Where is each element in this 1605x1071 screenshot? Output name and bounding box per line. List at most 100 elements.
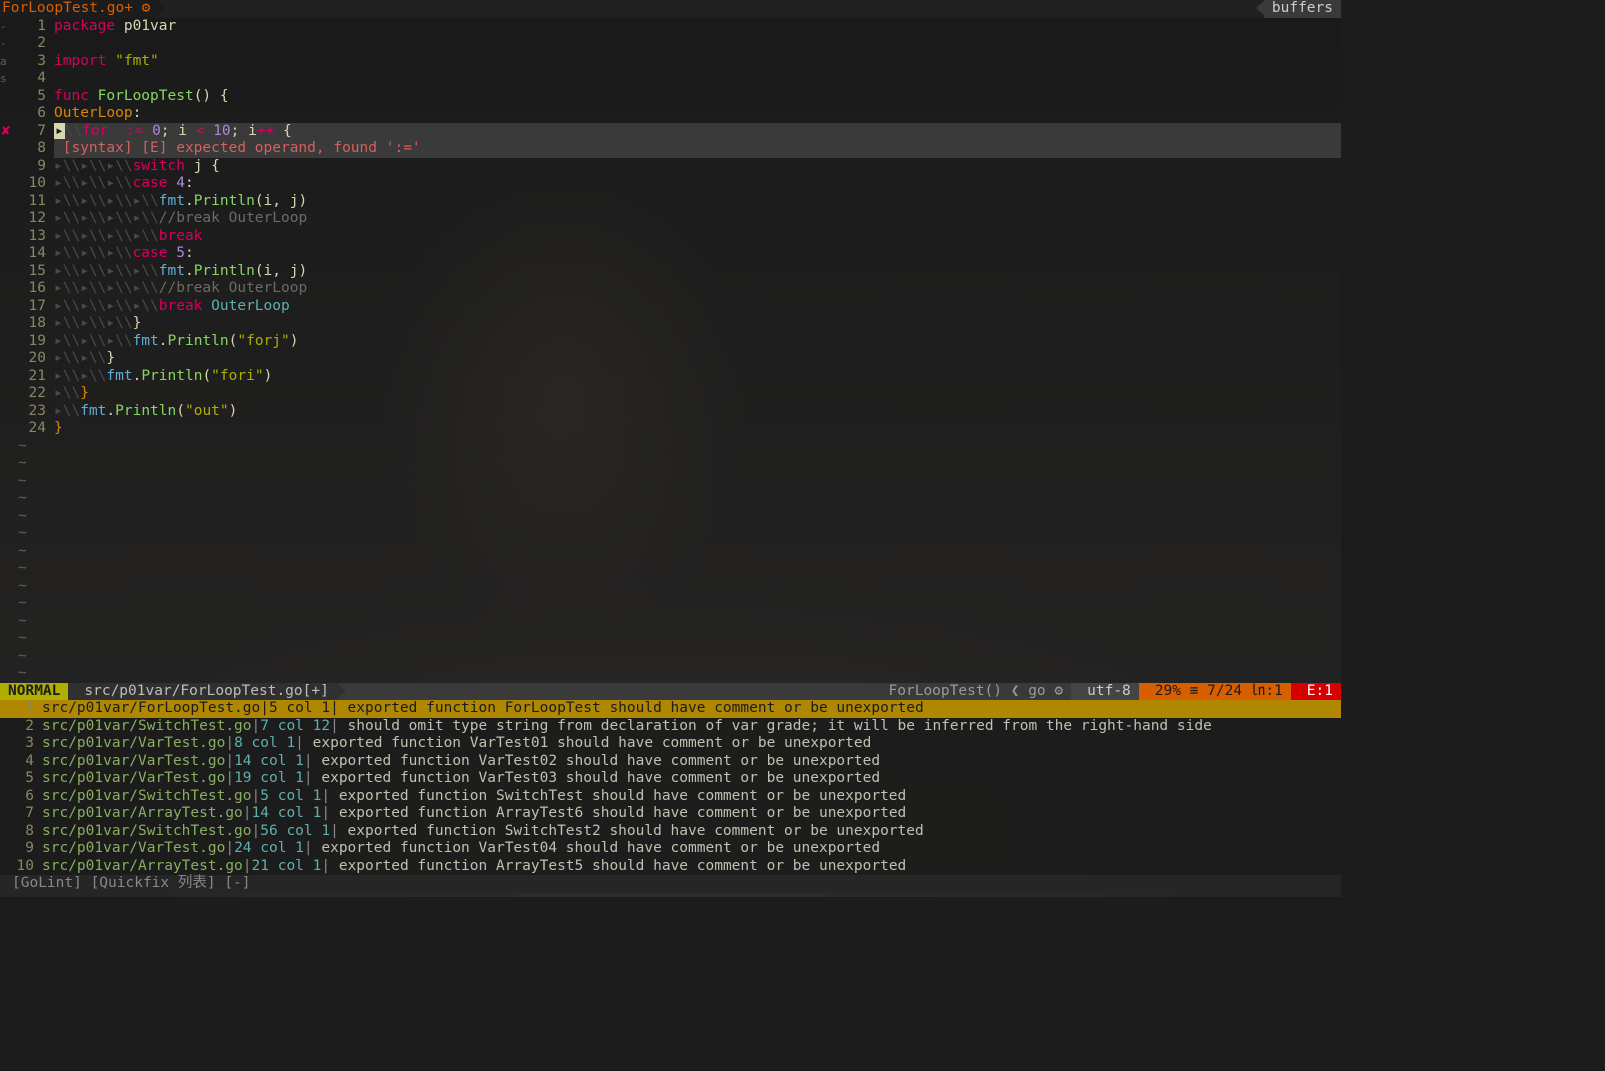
code-line[interactable]: ✘7▸\\for := 0; i < 10; i++ { [0,123,1341,141]
qf-message: exported function VarTest01 should have … [304,735,871,751]
line-number: 23 [12,403,54,421]
sign-column [0,263,12,281]
quickfix-item[interactable]: 9src/p01var/VarTest.go|24 col 1| exporte… [0,840,1341,858]
code-text: ▸\\▸\\▸\\} [54,315,1341,333]
qf-line-number: 4 [0,753,42,771]
qf-location: 19 col 1 [234,770,304,786]
empty-line-tilde: ~ [0,630,27,648]
code-line[interactable]: 13▸\\▸\\▸\\▸\\break [0,228,1341,246]
code-line[interactable]: 12▸\\▸\\▸\\▸\\//break OuterLoop [0,210,1341,228]
code-line[interactable]: 24} [0,420,1341,438]
code-line[interactable]: 8 [syntax] [E] expected operand, found '… [0,140,1341,158]
qf-message: exported function ArrayTest6 should have… [330,805,906,821]
line-number: 22 [12,385,54,403]
file-path: src/p01var/ForLoopTest.go[+] [68,683,336,701]
sign-column [0,403,12,421]
code-line[interactable]: 1package p01var [0,18,1341,36]
code-text: ▸\\for := 0; i < 10; i++ { [54,123,1341,141]
code-text: package p01var [54,18,1341,36]
qf-file: src/p01var/SwitchTest.go [42,788,252,804]
sign-column [0,158,12,176]
code-line[interactable]: 21▸\\▸\\fmt.Println("fori") [0,368,1341,386]
code-text: ▸\\▸\\▸\\▸\\//break OuterLoop [54,280,1341,298]
code-text: ▸\\} [54,385,1341,403]
line-number: 13 [12,228,54,246]
fold-column: - - a s [0,18,9,88]
code-line[interactable]: 22▸\\} [0,385,1341,403]
code-line[interactable]: 6OuterLoop: [0,105,1341,123]
qf-message: exported function ArrayTest5 should have… [330,858,906,874]
line-number: 8 [12,140,54,158]
quickfix-item[interactable]: 10src/p01var/ArrayTest.go|21 col 1| expo… [0,858,1341,876]
qf-file: src/p01var/VarTest.go [42,753,225,769]
quickfix-item[interactable]: 4src/p01var/VarTest.go|14 col 1| exporte… [0,753,1341,771]
quickfix-item[interactable]: 5src/p01var/VarTest.go|19 col 1| exporte… [0,770,1341,788]
quickfix-item[interactable]: 6src/p01var/SwitchTest.go|5 col 1| expor… [0,788,1341,806]
code-text: func ForLoopTest() { [54,88,1341,106]
code-text: ▸\\▸\\▸\\▸\\break [54,228,1341,246]
quickfix-item[interactable]: 8src/p01var/SwitchTest.go|56 col 1| expo… [0,823,1341,841]
qf-file: src/p01var/SwitchTest.go [42,718,252,734]
quickfix-panel[interactable]: 1src/p01var/ForLoopTest.go|5 col 1| expo… [0,700,1341,893]
code-text: } [54,420,1341,438]
code-line[interactable]: 14▸\\▸\\▸\\case 5: [0,245,1341,263]
qf-location: 5 col 1 [269,700,330,716]
line-number: 20 [12,350,54,368]
sign-column [0,368,12,386]
sign-column [0,333,12,351]
line-number: 2 [12,35,54,53]
empty-line-tilde: ~ [0,438,27,456]
line-number: 12 [12,210,54,228]
line-number: 6 [12,105,54,123]
code-text: OuterLoop: [54,105,1341,123]
code-line[interactable]: 15▸\\▸\\▸\\▸\\fmt.Println(i, j) [0,263,1341,281]
code-line[interactable]: 23▸\\fmt.Println("out") [0,403,1341,421]
code-line[interactable]: 11▸\\▸\\▸\\▸\\fmt.Println(i, j) [0,193,1341,211]
code-line[interactable]: 2 [0,35,1341,53]
encoding-segment: utf-8 [1071,683,1139,701]
code-line[interactable]: 9▸\\▸\\▸\\switch j { [0,158,1341,176]
sign-column [0,315,12,333]
mode-indicator: NORMAL [0,683,68,701]
tabline: ForLoopTest.go+ ⚙ buffers [0,0,1341,18]
code-line[interactable]: 20▸\\▸\\} [0,350,1341,368]
line-number: 15 [12,263,54,281]
line-number: 10 [12,175,54,193]
sign-column [0,210,12,228]
code-text: ▸\\▸\\fmt.Println("fori") [54,368,1341,386]
qf-location: 24 col 1 [234,840,304,856]
quickfix-item[interactable]: 1src/p01var/ForLoopTest.go|5 col 1| expo… [0,700,1341,718]
qf-file: src/p01var/SwitchTest.go [42,823,252,839]
quickfix-item[interactable]: 2src/p01var/SwitchTest.go|7 col 12| shou… [0,718,1341,736]
func-info: ForLoopTest() ❮ go ⚙ [881,683,1072,701]
qf-message: exported function VarTest03 should have … [313,770,880,786]
code-line[interactable]: 16▸\\▸\\▸\\▸\\//break OuterLoop [0,280,1341,298]
qf-line-number: 10 [0,858,42,876]
code-line[interactable]: 17▸\\▸\\▸\\▸\\break OuterLoop [0,298,1341,316]
code-editor[interactable]: 1package p01var23import "fmt"45func ForL… [0,18,1341,683]
line-number: 5 [12,88,54,106]
sign-column [0,280,12,298]
qf-location: 14 col 1 [252,805,322,821]
empty-line-tilde: ~ [0,648,27,666]
qf-line-number: 8 [0,823,42,841]
quickfix-item[interactable]: 7src/p01var/ArrayTest.go|14 col 1| expor… [0,805,1341,823]
sign-column [0,245,12,263]
code-line[interactable]: 18▸\\▸\\▸\\} [0,315,1341,333]
sign-column [0,350,12,368]
empty-line-tilde: ~ [0,665,27,683]
empty-line-tilde: ~ [0,613,27,631]
code-text [54,35,1341,53]
quickfix-item[interactable]: 3src/p01var/VarTest.go|8 col 1| exported… [0,735,1341,753]
code-line[interactable]: 5func ForLoopTest() { [0,88,1341,106]
buffers-button[interactable]: buffers [1264,0,1341,18]
line-number: 18 [12,315,54,333]
code-text: ▸\\▸\\▸\\case 4: [54,175,1341,193]
tab-forlooptest[interactable]: ForLoopTest.go+ ⚙ [0,0,156,18]
cursor: ▸ [54,123,65,139]
code-line[interactable]: 10▸\\▸\\▸\\case 4: [0,175,1341,193]
code-line[interactable]: 3import "fmt" [0,53,1341,71]
code-line[interactable]: 4 [0,70,1341,88]
empty-line-tilde: ~ [0,525,27,543]
code-line[interactable]: 19▸\\▸\\▸\\fmt.Println("forj") [0,333,1341,351]
